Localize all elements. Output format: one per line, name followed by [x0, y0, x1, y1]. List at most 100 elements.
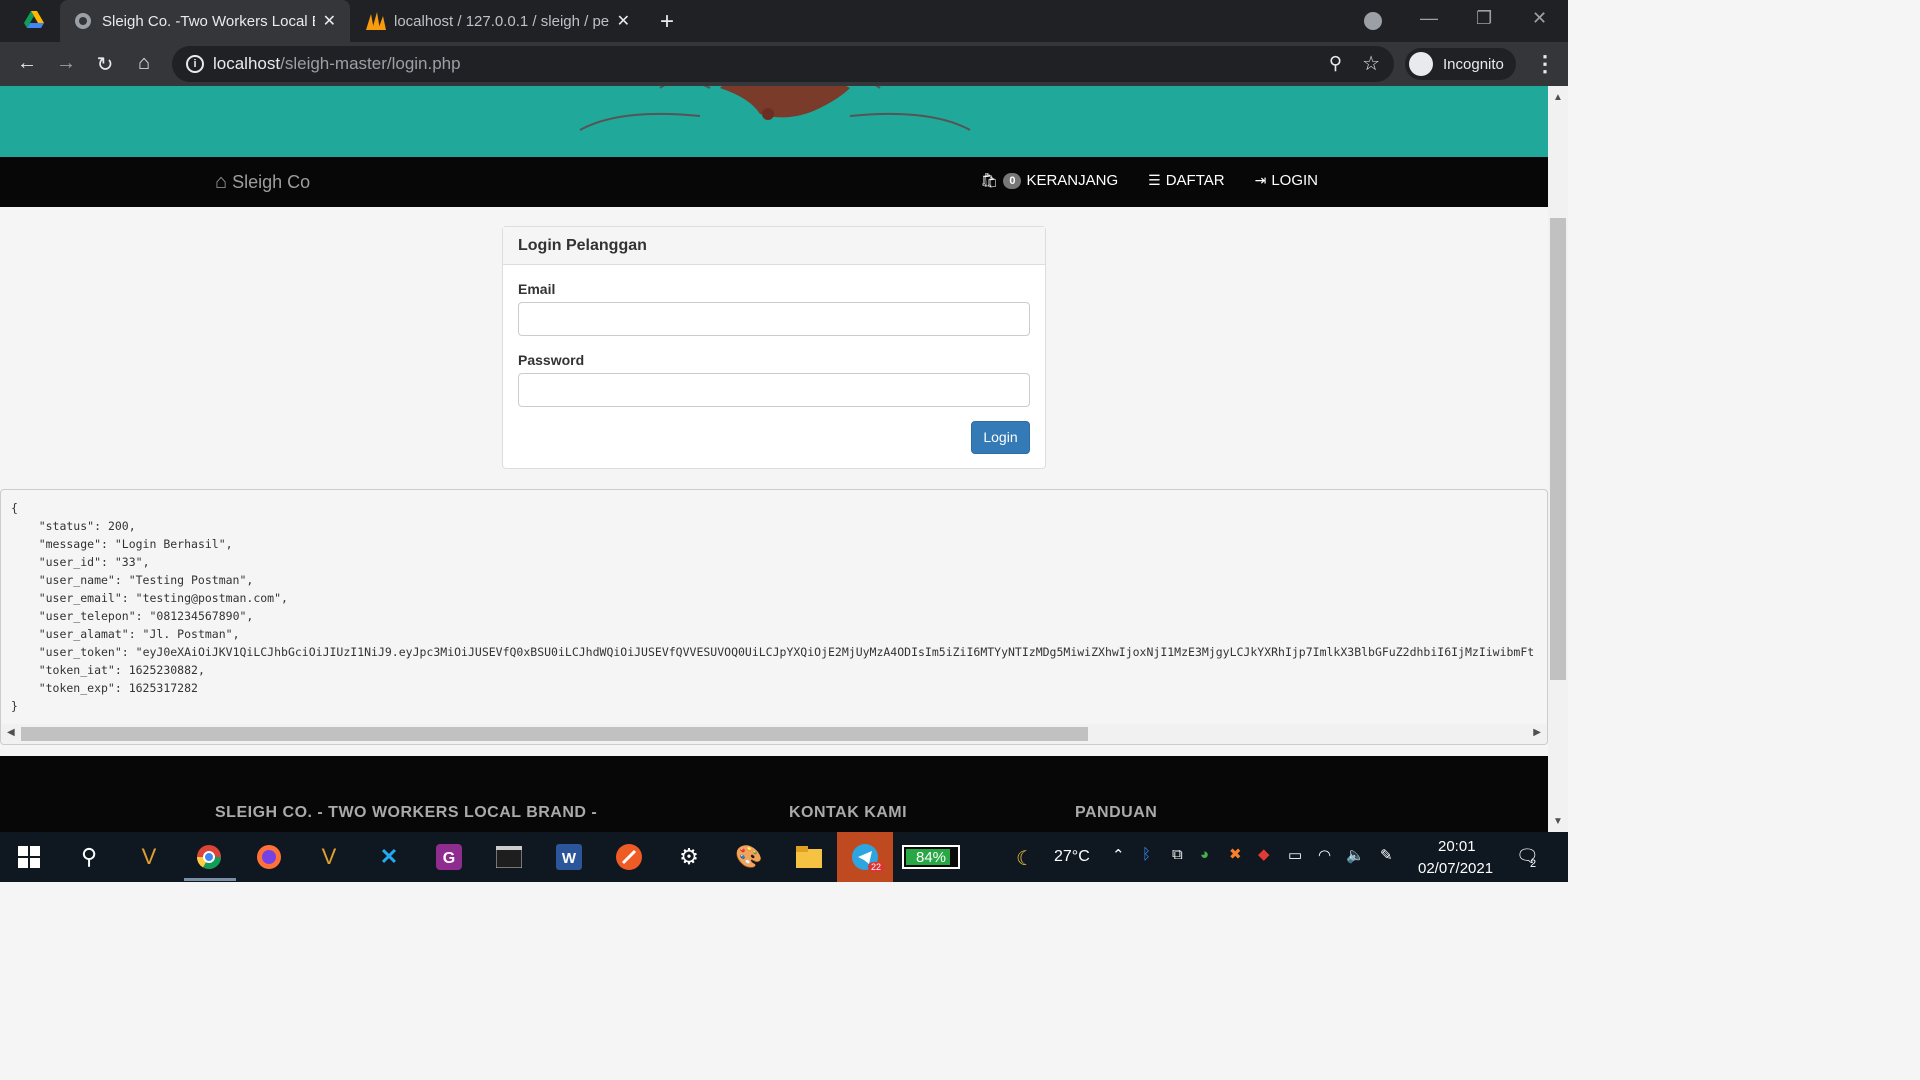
search-icon[interactable]: ⚲	[74, 842, 104, 872]
network-app-icon[interactable]: ◕	[1200, 846, 1209, 863]
brand-link[interactable]: ⌂ Sleigh Co	[215, 171, 310, 194]
scroll-down-arrow-icon[interactable]: ▼	[1553, 816, 1563, 827]
nav-login-link[interactable]: ⇥ LOGIN	[1255, 172, 1318, 189]
postman-icon[interactable]	[614, 842, 644, 872]
footer-contact-heading: KONTAK KAMI	[789, 804, 908, 821]
tab-sleigh-co[interactable]: Sleigh Co. -Two Workers Local Brand ✕	[60, 0, 350, 42]
svg-text:W: W	[562, 850, 577, 867]
cart-label: KERANJANG	[1026, 172, 1119, 189]
address-bar[interactable]: i localhost/sleigh-master/login.php ⚲ ☆	[172, 46, 1394, 82]
footer-guide-heading: PANDUAN	[1075, 804, 1158, 821]
logo-illustration	[579, 86, 971, 131]
bookmark-star-icon[interactable]: ☆	[1362, 51, 1380, 76]
battery-indicator[interactable]: 84%	[902, 845, 960, 869]
word-icon[interactable]: W	[554, 842, 584, 872]
close-tab-icon[interactable]: ✕	[617, 11, 630, 31]
app-v2-icon[interactable]: V	[314, 842, 344, 872]
chrome-icon[interactable]	[194, 842, 224, 872]
scroll-left-arrow-icon[interactable]: ◀	[7, 727, 15, 738]
brand-name: Sleigh Co	[232, 172, 311, 192]
terminal-icon[interactable]	[494, 842, 524, 872]
nav-register-link[interactable]: ☰ DAFTAR	[1148, 172, 1224, 189]
globe-icon	[74, 12, 92, 30]
minimize-button[interactable]: —	[1420, 8, 1438, 29]
horizontal-scrollbar[interactable]: ◀ ▶	[1, 724, 1547, 744]
scroll-up-arrow-icon[interactable]: ▲	[1553, 92, 1563, 103]
page-viewport: ⌂ Sleigh Co 🛍 0 KERANJANG ☰ DAFTAR ⇥ LOG…	[0, 86, 1548, 832]
windows-start-icon[interactable]	[14, 842, 44, 872]
back-icon[interactable]: ←	[15, 52, 39, 75]
login-button[interactable]: Login	[971, 421, 1030, 454]
reload-icon[interactable]: ↻	[93, 52, 117, 77]
weather-temperature[interactable]: 27°C	[1054, 848, 1090, 866]
close-tab-icon[interactable]: ✕	[323, 11, 336, 31]
site-navbar: ⌂ Sleigh Co 🛍 0 KERANJANG ☰ DAFTAR ⇥ LOG…	[0, 157, 1548, 207]
home-icon[interactable]: ⌂	[132, 52, 156, 75]
tray-expand-icon[interactable]: ⌃	[1112, 846, 1125, 864]
tab-search-icon[interactable]	[1364, 12, 1382, 30]
bluetooth-icon[interactable]: ᛒ	[1142, 846, 1151, 863]
file-explorer-icon[interactable]	[794, 842, 824, 872]
incognito-icon	[1409, 52, 1433, 76]
restore-button[interactable]: ❐	[1476, 8, 1492, 29]
pdf-app-icon[interactable]: G	[434, 842, 464, 872]
app-v-icon[interactable]: V	[134, 842, 164, 872]
clock-time[interactable]: 20:01	[1438, 838, 1476, 855]
telegram-unread-badge: 22	[868, 862, 885, 872]
json-response-output: { "status": 200, "message": "Login Berha…	[0, 489, 1548, 745]
clock-date[interactable]: 02/07/2021	[1418, 860, 1493, 877]
hero-banner	[0, 86, 1548, 157]
cart-count-badge: 0	[1003, 172, 1022, 189]
new-tab-button[interactable]: +	[660, 8, 674, 36]
paint-icon[interactable]: 🎨	[734, 842, 764, 872]
sign-in-icon: ⇥	[1254, 172, 1267, 188]
register-label: DAFTAR	[1165, 172, 1225, 189]
site-footer: SLEIGH CO. - TWO WORKERS LOCAL BRAND - K…	[0, 756, 1548, 832]
xampp-icon[interactable]: ✖	[1229, 845, 1242, 863]
meet-now-icon[interactable]: ⧉	[1172, 846, 1183, 863]
browser-toolbar: ← → ↻ ⌂ i localhost/sleigh-master/login.…	[0, 42, 1568, 86]
zoom-icon[interactable]: ⚲	[1329, 53, 1342, 74]
tab-phpmyadmin[interactable]: localhost / 127.0.0.1 / sleigh / pelangg…	[352, 0, 644, 42]
home-icon: ⌂	[215, 171, 228, 193]
firefox-icon[interactable]	[254, 842, 284, 872]
browser-tab-strip: Sleigh Co. -Two Workers Local Brand ✕ lo…	[0, 0, 1568, 42]
panel-title: Login Pelanggan	[503, 227, 1045, 265]
phpmyadmin-icon	[366, 12, 386, 30]
windows-taskbar: ⚲ V V ✕ G W ⚙ 🎨 22 27°C ☾ ⌃ ᛒ ⧉ ◕ ✖ ◆ ▭ …	[0, 832, 1568, 882]
horizontal-scroll-thumb[interactable]	[21, 727, 1088, 741]
list-icon: ☰	[1148, 172, 1161, 188]
nav-links: 🛍 0 KERANJANG ☰ DAFTAR ⇥ LOGIN	[981, 172, 1318, 189]
password-field[interactable]	[518, 373, 1030, 407]
email-field[interactable]	[518, 302, 1030, 336]
login-label: LOGIN	[1271, 172, 1318, 189]
tab-title: Sleigh Co. -Two Workers Local Brand	[102, 12, 315, 30]
password-label: Password	[518, 352, 585, 368]
vertical-scroll-thumb[interactable]	[1550, 218, 1566, 680]
url-text[interactable]: localhost/sleigh-master/login.php	[213, 54, 461, 74]
chrome-active-indicator	[184, 878, 236, 881]
login-panel: Login Pelanggan Email Password Login	[502, 226, 1046, 469]
weather-moon-icon[interactable]: ☾	[1016, 846, 1034, 871]
battery-tray-icon[interactable]: ▭	[1288, 846, 1302, 864]
forward-icon[interactable]: →	[54, 52, 78, 75]
scroll-right-arrow-icon[interactable]: ▶	[1533, 727, 1541, 738]
close-window-button[interactable]: ✕	[1532, 8, 1547, 29]
vscode-icon[interactable]: ✕	[374, 842, 404, 872]
battery-percent: 84%	[915, 849, 947, 866]
footer-brand-heading: SLEIGH CO. - TWO WORKERS LOCAL BRAND -	[215, 804, 598, 821]
pen-icon[interactable]: ✎	[1380, 846, 1393, 864]
notification-count: 2	[1530, 858, 1537, 870]
anydesk-icon[interactable]: ◆	[1258, 845, 1270, 863]
vertical-scrollbar[interactable]: ▲ ▼	[1548, 86, 1568, 832]
incognito-indicator[interactable]: Incognito	[1405, 48, 1516, 80]
site-info-icon[interactable]: i	[186, 55, 204, 73]
browser-menu-icon[interactable]: ⋮	[1534, 51, 1556, 77]
wifi-icon[interactable]: ◠	[1318, 846, 1331, 864]
volume-icon[interactable]: 🔈	[1346, 846, 1365, 864]
google-drive-icon[interactable]	[24, 11, 44, 34]
settings-gear-icon[interactable]: ⚙	[674, 842, 704, 872]
nav-cart-link[interactable]: 🛍 0 KERANJANG	[981, 172, 1119, 189]
json-response-text: { "status": 200, "message": "Login Berha…	[11, 501, 1535, 713]
email-label: Email	[518, 281, 556, 297]
